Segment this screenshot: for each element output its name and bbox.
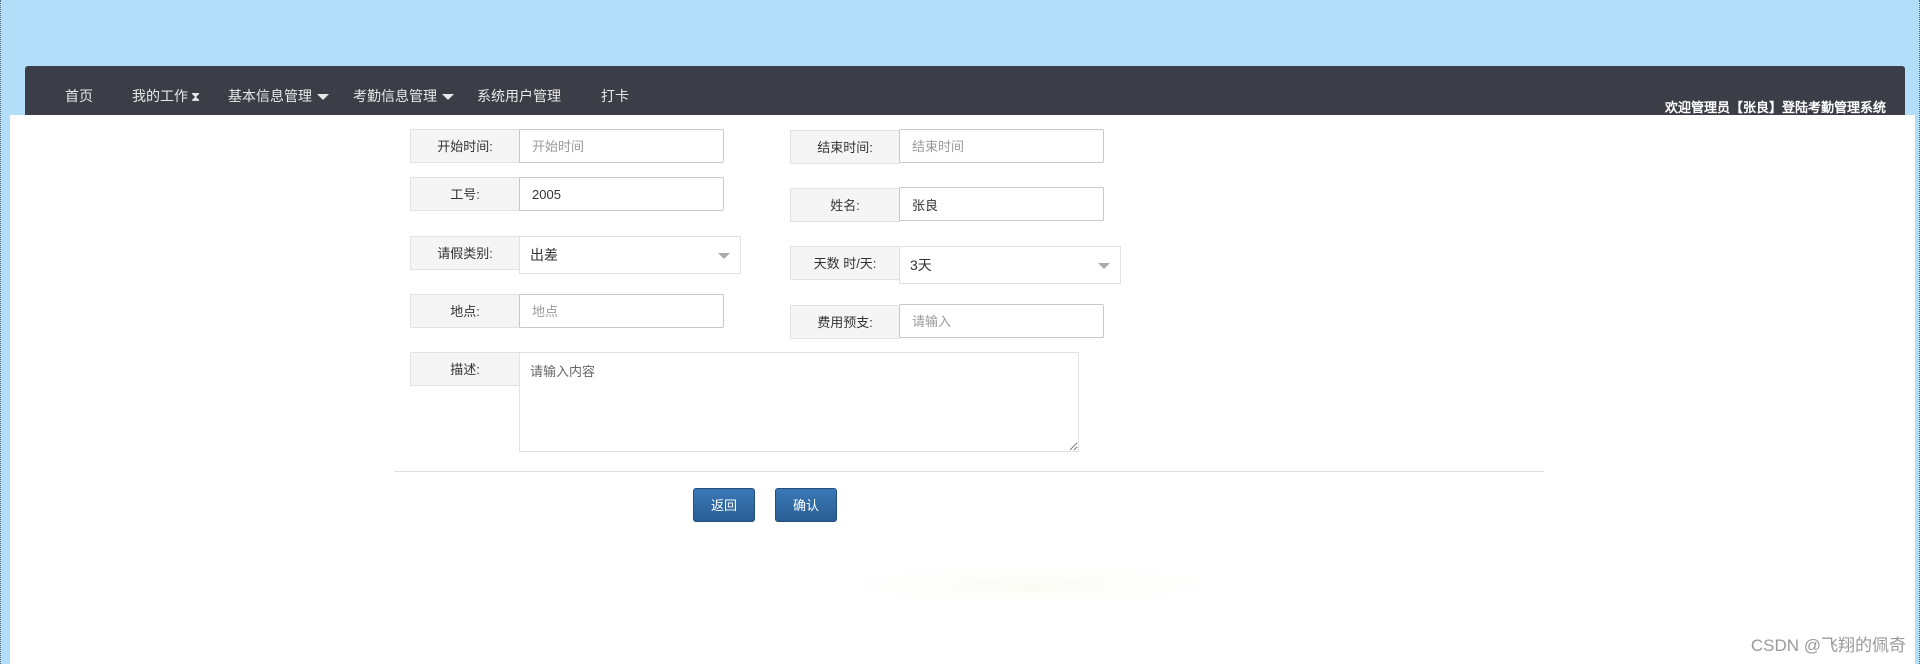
- nav-item-my-work-label: 我的工作: [132, 88, 188, 104]
- nav-item-system-users[interactable]: 系统用户管理: [477, 86, 561, 106]
- welcome-text: 欢迎管理员【张良】登陆考勤管理系统: [1664, 100, 1886, 115]
- chevron-down-icon: [1098, 263, 1110, 269]
- caret-down-icon: [442, 94, 454, 101]
- nav-item-basic-info-label: 基本信息管理: [228, 88, 312, 104]
- nav-item-attendance-info-label: 考勤信息管理: [353, 88, 437, 104]
- name-input[interactable]: [899, 187, 1104, 221]
- background-faint-image: [840, 565, 1220, 605]
- days-label: 天数 时/天:: [790, 246, 900, 280]
- nav-item-attendance-info[interactable]: 考勤信息管理: [353, 86, 454, 106]
- main-panel: 开始时间: 结束时间: 工号: 姓名: 请假类别: 出差 天数 时/天: 3天 …: [10, 115, 1915, 664]
- description-textarea[interactable]: [519, 352, 1079, 452]
- budget-label: 费用预支:: [790, 305, 900, 339]
- days-select[interactable]: 3天: [899, 246, 1121, 284]
- nav-item-basic-info[interactable]: 基本信息管理: [228, 86, 329, 106]
- nav-item-my-work[interactable]: 我的工作 ⧗: [132, 86, 200, 106]
- top-navbar: 首页 我的工作 ⧗ 基本信息管理 考勤信息管理 系统用户管理 打卡 欢迎管理员【张…: [25, 66, 1905, 116]
- location-label: 地点:: [410, 294, 520, 328]
- confirm-button[interactable]: 确认: [775, 488, 837, 522]
- budget-input[interactable]: [899, 304, 1104, 338]
- form-divider: [394, 471, 1544, 472]
- end-time-label: 结束时间:: [790, 130, 900, 164]
- location-input[interactable]: [519, 294, 724, 328]
- name-label: 姓名:: [790, 188, 900, 222]
- start-time-input[interactable]: [519, 129, 724, 163]
- back-button[interactable]: 返回: [693, 488, 755, 522]
- end-time-input[interactable]: [899, 129, 1104, 163]
- page-right-edge: [1916, 0, 1920, 664]
- hourglass-icon: ⧗: [191, 89, 201, 105]
- nav-item-home[interactable]: 首页: [65, 86, 93, 106]
- job-number-label: 工号:: [410, 177, 520, 211]
- leave-type-selected-value: 出差: [530, 247, 558, 263]
- description-label: 描述:: [410, 352, 520, 386]
- start-time-label: 开始时间:: [410, 129, 520, 163]
- leave-type-select[interactable]: 出差: [519, 236, 741, 274]
- csdn-watermark: CSDN @飞翔的佩奇: [1750, 636, 1906, 655]
- chevron-down-icon: [718, 253, 730, 259]
- job-number-input[interactable]: [519, 177, 724, 211]
- leave-type-label: 请假类别:: [410, 236, 520, 270]
- days-selected-value: 3天: [910, 257, 932, 273]
- page-left-edge: [0, 0, 4, 664]
- caret-down-icon: [317, 94, 329, 101]
- nav-item-clock-in[interactable]: 打卡: [601, 86, 629, 106]
